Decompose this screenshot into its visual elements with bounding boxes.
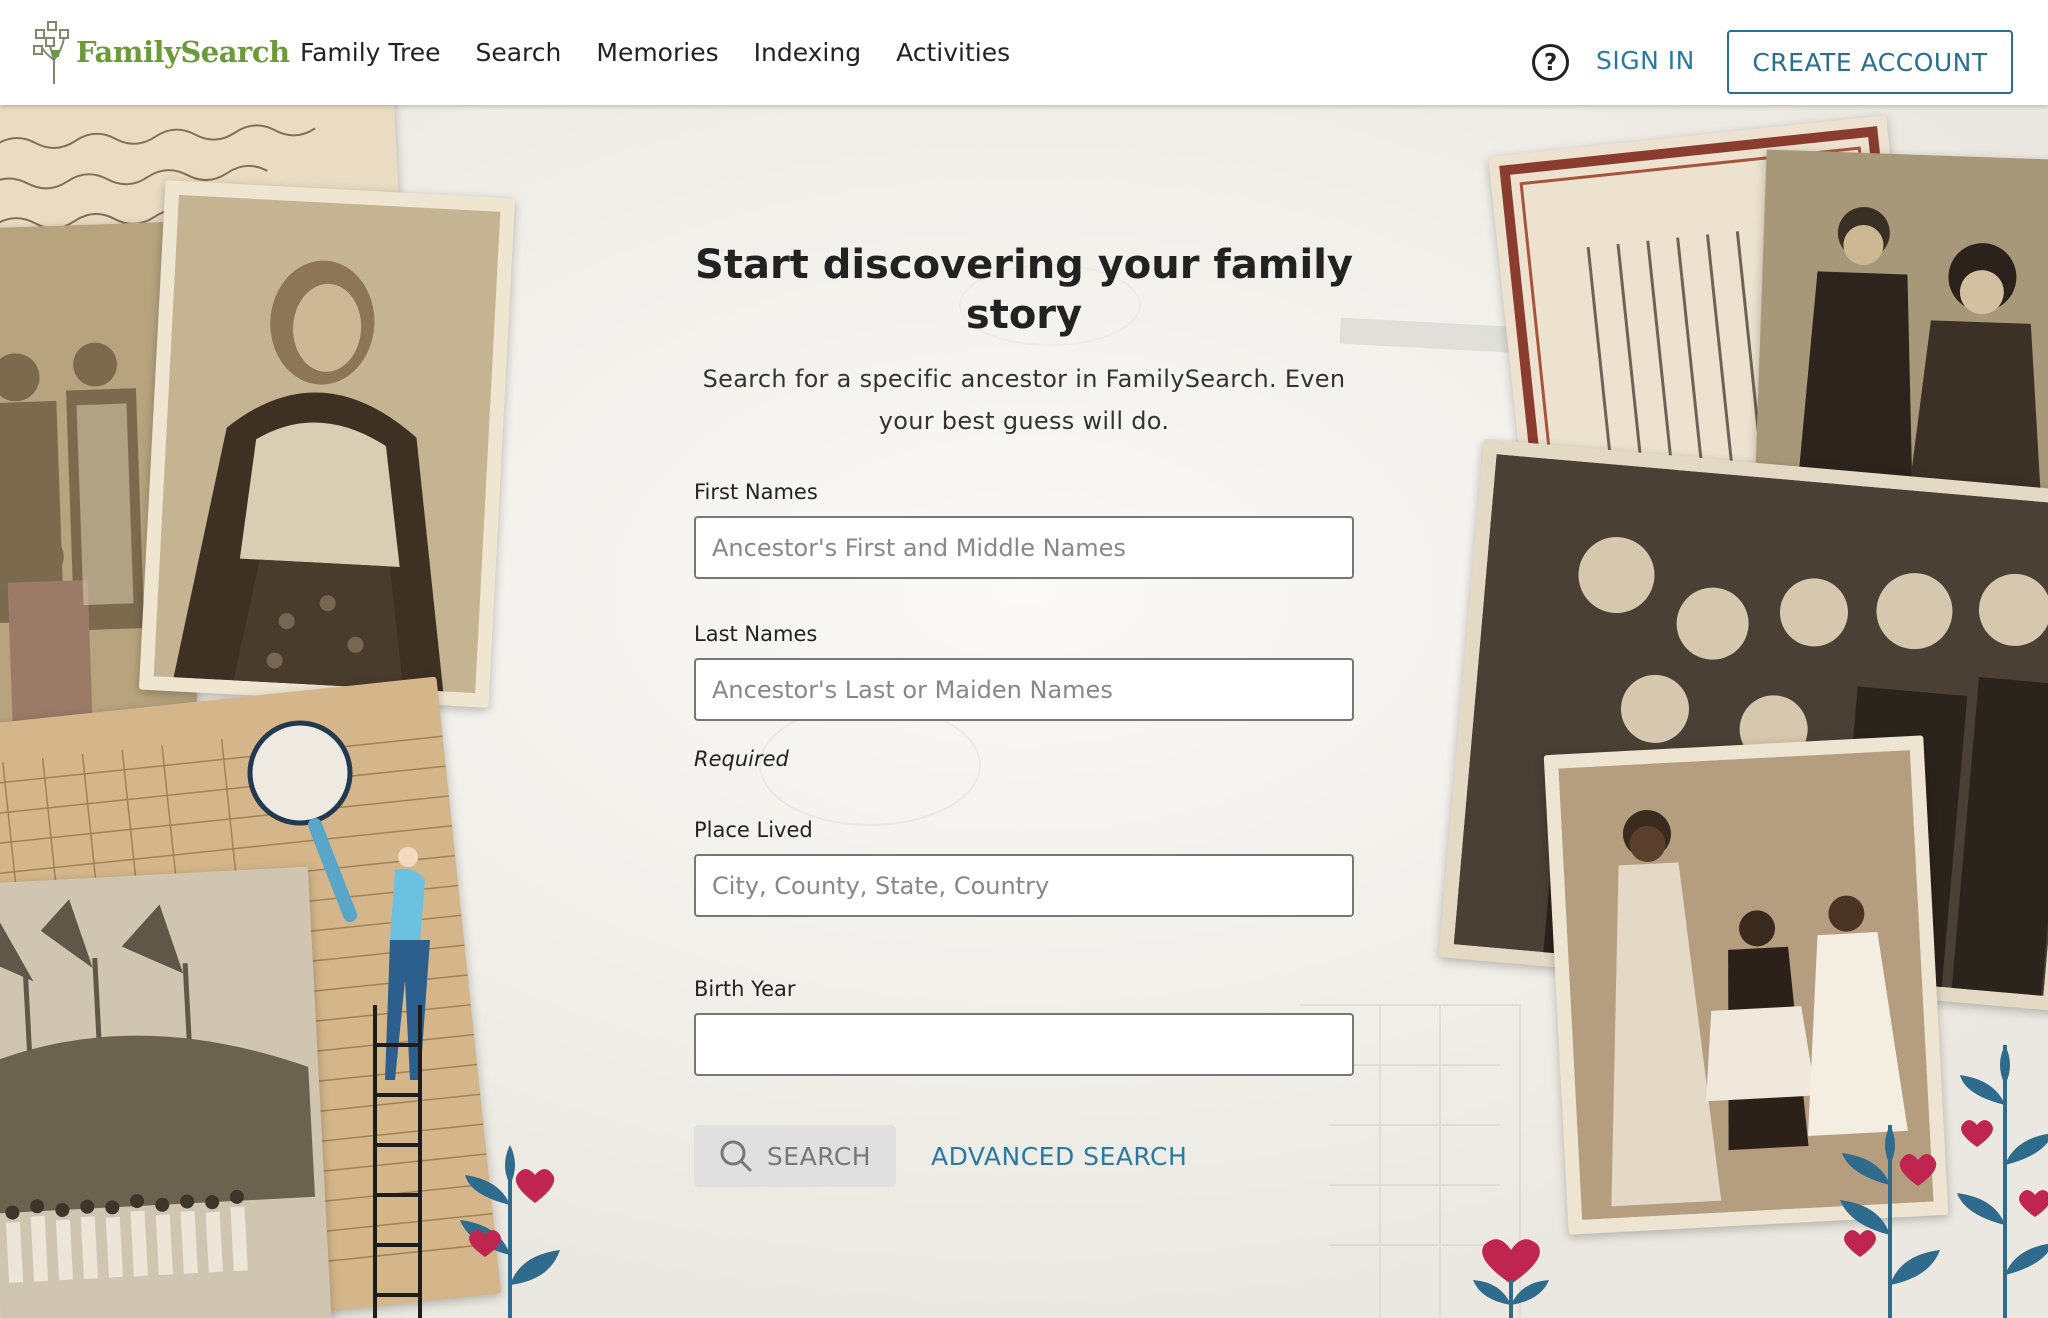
place-lived-group: Place Lived	[694, 818, 1354, 917]
place-lived-input[interactable]	[694, 854, 1354, 917]
nav-activities[interactable]: Activities	[896, 38, 1010, 67]
top-header: FamilySearch Family Tree Search Memories…	[0, 0, 2048, 105]
heart-icon	[1473, 1239, 1549, 1318]
page-subtitle: Search for a specific ancestor in Family…	[702, 365, 1346, 435]
leaf-plant-icon	[1957, 1045, 2048, 1318]
nav-search[interactable]: Search	[475, 38, 561, 67]
nav-indexing[interactable]: Indexing	[754, 38, 861, 67]
leaf-plant-icon	[460, 1145, 560, 1318]
ancestor-search-panel: Start discovering your family story Sear…	[694, 240, 1354, 442]
last-names-label: Last Names	[694, 622, 818, 646]
place-lived-label: Place Lived	[694, 818, 813, 842]
search-button[interactable]: SEARCH	[694, 1125, 896, 1187]
advanced-search-link[interactable]: ADVANCED SEARCH	[931, 1142, 1187, 1171]
leaf-plant-icon	[1840, 1125, 1940, 1318]
first-names-group: First Names	[694, 480, 1354, 579]
first-names-input[interactable]	[694, 516, 1354, 579]
create-account-button[interactable]: CREATE ACCOUNT	[1727, 30, 2013, 94]
last-names-group: Last Names Required	[694, 622, 1354, 771]
birth-year-label: Birth Year	[694, 977, 796, 1001]
search-button-label: SEARCH	[766, 1141, 872, 1171]
birth-year-group: Birth Year	[694, 977, 1354, 1076]
search-icon	[720, 1140, 752, 1172]
required-note: Required	[694, 747, 789, 771]
brand-name: FamilySearch	[76, 35, 290, 69]
first-names-label: First Names	[694, 480, 818, 504]
familysearch-logo[interactable]: FamilySearch	[32, 20, 290, 84]
sign-in-link[interactable]: SIGN IN	[1596, 46, 1695, 75]
magnifying-glass-illustration	[247, 720, 430, 1318]
nav-family-tree[interactable]: Family Tree	[300, 38, 440, 67]
main-nav: Family Tree Search Memories Indexing Act…	[300, 0, 1045, 105]
birth-year-input[interactable]	[694, 1013, 1354, 1076]
family-tree-logo-icon	[33, 21, 69, 84]
nav-memories[interactable]: Memories	[596, 38, 718, 67]
help-icon[interactable]: ?	[1532, 44, 1569, 81]
page-title: Start discovering your family story	[695, 242, 1353, 338]
last-names-input[interactable]	[694, 658, 1354, 721]
woman-portrait-photo	[138, 180, 516, 708]
